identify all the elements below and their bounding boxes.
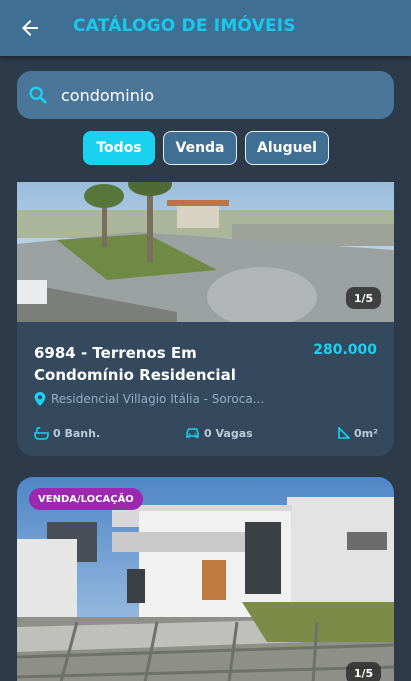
listing-price: 280.000 xyxy=(313,342,377,358)
photo-pager: 1/5 xyxy=(346,662,381,681)
filter-panel: Todos Venda Aluguel xyxy=(0,56,411,182)
search-bar[interactable] xyxy=(17,71,394,119)
bathtub-icon xyxy=(34,426,49,440)
area-feature: 0m² xyxy=(338,425,378,441)
filter-all-button[interactable]: Todos xyxy=(83,131,155,165)
parking-count: 0 Vagas xyxy=(204,426,253,440)
listing-card[interactable]: 1/5 6984 - Terrenos Em Condomínio Reside… xyxy=(17,162,394,456)
listing-title: 6984 - Terrenos Em Condomínio Residencia… xyxy=(34,344,236,384)
bathrooms-feature: 0 Banh. xyxy=(34,425,100,441)
arrow-left-icon[interactable] xyxy=(18,16,42,40)
photo-pager: 1/5 xyxy=(346,287,381,309)
app-bar: CATÁLOGO DE IMÓVEIS xyxy=(0,0,411,56)
listing-type-badge: VENDA/LOCAÇÃO xyxy=(29,488,143,510)
bathrooms-count: 0 Banh. xyxy=(53,426,101,440)
page-title: CATÁLOGO DE IMÓVEIS xyxy=(73,16,296,36)
listing-address: Residencial Villagio Itália - Soroca... xyxy=(34,391,264,407)
car-icon xyxy=(186,428,199,438)
listing-card[interactable]: VENDA/LOCAÇÃO 1/5 xyxy=(17,477,394,681)
filter-rent-button[interactable]: Aluguel xyxy=(245,131,329,165)
area-value: 0m² xyxy=(354,426,378,440)
search-input[interactable] xyxy=(61,71,381,119)
search-icon xyxy=(29,86,47,104)
parking-feature: 0 Vagas xyxy=(185,425,253,441)
filter-sale-button[interactable]: Venda xyxy=(163,131,237,165)
location-pin-icon xyxy=(34,392,46,406)
listing-address-text: Residencial Villagio Itália - Soroca... xyxy=(51,392,265,406)
listing-details: 6984 - Terrenos Em Condomínio Residencia… xyxy=(17,322,394,456)
area-icon xyxy=(338,427,350,439)
property-photo[interactable] xyxy=(17,162,394,322)
